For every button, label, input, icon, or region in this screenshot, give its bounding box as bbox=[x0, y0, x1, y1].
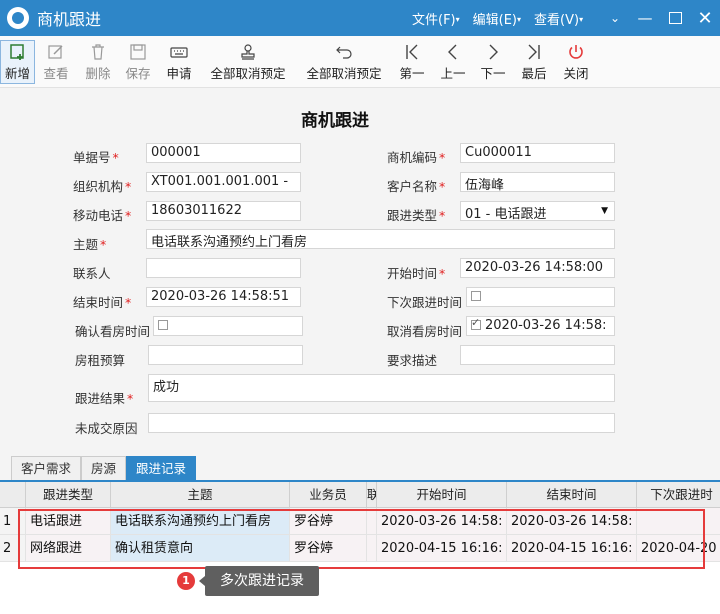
new-button[interactable]: 新增 bbox=[0, 40, 35, 84]
requirement-label: 要求描述 bbox=[387, 353, 438, 368]
chevron-down-icon: ▾ bbox=[517, 14, 522, 24]
org-label: 组织机构 * bbox=[73, 179, 132, 194]
menu-bar: 文件(F)▾ 编辑(E)▾ 查看(V)▾ bbox=[412, 0, 583, 36]
help-button[interactable]: ⌄ bbox=[600, 0, 630, 36]
contact-field[interactable] bbox=[146, 258, 301, 278]
last-record-button[interactable]: 最后 bbox=[518, 41, 550, 85]
opp-code-field[interactable]: Cu000011 bbox=[460, 143, 615, 163]
menu-edit[interactable]: 编辑(E)▾ bbox=[473, 9, 521, 28]
first-icon bbox=[403, 41, 421, 63]
cancel-view-checkbox[interactable] bbox=[471, 317, 481, 330]
chevron-left-icon bbox=[444, 41, 462, 63]
callout-tooltip: 多次跟进记录 bbox=[199, 566, 319, 596]
grid-header-type[interactable]: 跟进类型 bbox=[26, 482, 111, 508]
end-time-label: 结束时间 * bbox=[73, 295, 132, 310]
close-window-button[interactable]: ✕ bbox=[690, 0, 720, 36]
follow-type-select[interactable]: 01 - 电话跟进 ▼ bbox=[460, 201, 615, 221]
highlight-box bbox=[18, 509, 705, 569]
detail-tabs: 客户需求 房源 跟进记录 bbox=[0, 456, 720, 480]
trash-icon bbox=[89, 41, 107, 63]
first-record-button[interactable]: 第一 bbox=[396, 41, 428, 85]
chevron-down-icon: ⌄ bbox=[609, 11, 621, 25]
close-button[interactable]: 关闭 bbox=[560, 41, 592, 85]
contact-label: 联系人 bbox=[73, 266, 111, 281]
grid-header-contact[interactable]: 联 bbox=[367, 482, 377, 508]
window-title: 商机跟进 bbox=[37, 10, 102, 29]
title-bar: 商机跟进 文件(F)▾ 编辑(E)▾ 查看(V)▾ ⌄ — ✕ bbox=[0, 0, 720, 36]
mobile-label: 移动电话 * bbox=[73, 208, 132, 223]
keyboard-icon bbox=[170, 41, 188, 63]
last-icon bbox=[525, 41, 543, 63]
mobile-field[interactable]: 18603011622 bbox=[146, 201, 301, 221]
follow-type-label: 跟进类型 * bbox=[387, 208, 446, 223]
budget-label: 房租预算 bbox=[75, 353, 126, 368]
next-follow-label: 下次跟进时间 bbox=[387, 295, 463, 310]
power-icon bbox=[567, 41, 585, 63]
tab-follow-records[interactable]: 跟进记录 bbox=[126, 456, 197, 480]
grid-header-subject[interactable]: 主题 bbox=[111, 482, 290, 508]
doc-no-label: 单据号 * bbox=[73, 150, 119, 165]
confirm-view-field[interactable] bbox=[153, 316, 303, 336]
fail-reason-label: 未成交原因 bbox=[75, 421, 138, 436]
stamp-icon bbox=[239, 41, 257, 63]
customer-label: 客户名称 * bbox=[387, 179, 446, 194]
close-icon: ✕ bbox=[697, 7, 713, 29]
menu-file[interactable]: 文件(F)▾ bbox=[412, 9, 460, 28]
result-label: 跟进结果 * bbox=[75, 391, 134, 406]
minimize-button[interactable]: — bbox=[630, 0, 660, 36]
dropdown-arrow-icon: ▼ bbox=[601, 206, 608, 216]
minimize-icon: — bbox=[637, 9, 653, 27]
cancel-all-reservations-button[interactable]: 全部取消预定 bbox=[206, 41, 290, 85]
confirm-view-checkbox[interactable] bbox=[158, 320, 168, 330]
fail-reason-field[interactable] bbox=[148, 413, 615, 433]
undo-icon bbox=[335, 41, 353, 63]
doc-no-field[interactable]: 000001 bbox=[146, 143, 301, 163]
grid-header-staff[interactable]: 业务员 bbox=[290, 482, 367, 508]
confirm-view-label: 确认看房时间 bbox=[75, 324, 151, 339]
app-logo-icon bbox=[7, 7, 29, 29]
maximize-icon bbox=[668, 12, 682, 24]
toolbar: 新增 查看 删除 保存 申请 全部取消预定 全部取消预定 第一 上一 下一 最后 bbox=[0, 36, 720, 88]
subject-label: 主题 * bbox=[73, 237, 107, 252]
requirement-field[interactable] bbox=[460, 345, 615, 365]
tab-customer-needs[interactable]: 客户需求 bbox=[11, 456, 82, 480]
start-time-label: 开始时间 * bbox=[387, 266, 446, 281]
chevron-right-icon bbox=[484, 41, 502, 63]
org-field[interactable]: XT001.001.001.001 - bbox=[146, 172, 301, 192]
cancel-all-reservations-button-2[interactable]: 全部取消预定 bbox=[302, 41, 386, 85]
end-time-field[interactable]: 2020-03-26 14:58:51 bbox=[146, 287, 301, 307]
start-time-field[interactable]: 2020-03-26 14:58:00 bbox=[460, 258, 615, 278]
result-field[interactable]: 成功 bbox=[148, 374, 615, 402]
view-button[interactable]: 查看 bbox=[40, 41, 72, 85]
save-icon bbox=[129, 41, 147, 63]
grid-header-end[interactable]: 结束时间 bbox=[507, 482, 637, 508]
prev-record-button[interactable]: 上一 bbox=[437, 41, 469, 85]
form-title: 商机跟进 bbox=[301, 111, 369, 131]
opp-code-label: 商机编码 * bbox=[387, 150, 446, 165]
subject-field[interactable]: 电话联系沟通预约上门看房 bbox=[146, 229, 615, 249]
edit-icon bbox=[47, 41, 65, 63]
grid-header-rownum bbox=[0, 482, 26, 508]
window-controls: ⌄ — ✕ bbox=[600, 0, 720, 36]
save-button[interactable]: 保存 bbox=[122, 41, 154, 85]
new-doc-icon bbox=[9, 41, 27, 63]
apply-button[interactable]: 申请 bbox=[163, 41, 195, 85]
next-follow-checkbox[interactable] bbox=[471, 291, 481, 301]
chevron-down-icon: ▾ bbox=[455, 14, 460, 24]
grid-header-start[interactable]: 开始时间 bbox=[377, 482, 507, 508]
customer-field[interactable]: 伍海峰 bbox=[460, 172, 615, 192]
callout-number-badge: 1 bbox=[177, 572, 195, 590]
delete-button[interactable]: 删除 bbox=[82, 41, 114, 85]
chevron-down-icon: ▾ bbox=[579, 14, 584, 24]
budget-field[interactable] bbox=[148, 345, 303, 365]
cancel-view-field[interactable]: 2020-03-26 14:58: bbox=[466, 316, 615, 336]
menu-view[interactable]: 查看(V)▾ bbox=[534, 9, 583, 28]
grid-header-next[interactable]: 下次跟进时 bbox=[637, 482, 720, 508]
next-follow-field[interactable] bbox=[466, 287, 615, 307]
tab-listings[interactable]: 房源 bbox=[81, 456, 127, 480]
maximize-button[interactable] bbox=[660, 0, 690, 36]
cancel-view-label: 取消看房时间 bbox=[387, 324, 463, 339]
next-record-button[interactable]: 下一 bbox=[477, 41, 509, 85]
